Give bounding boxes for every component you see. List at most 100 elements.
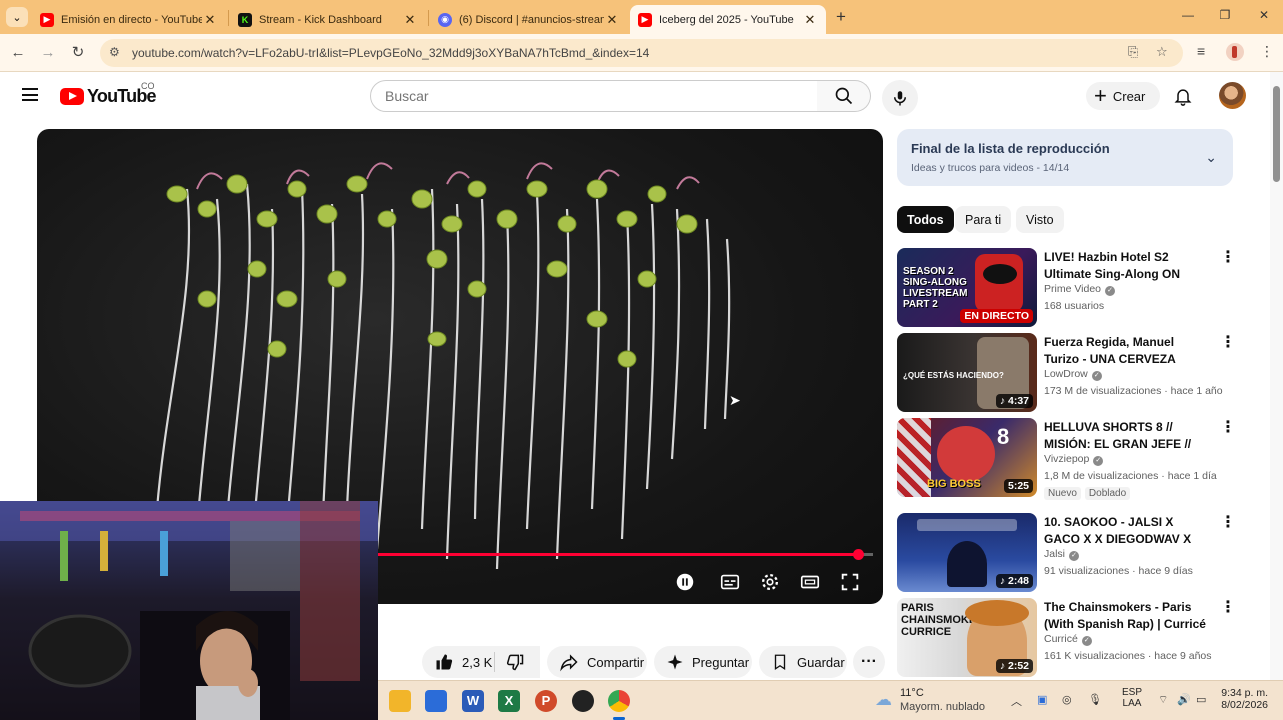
pause-button[interactable] <box>674 571 696 593</box>
tray-network-app-icon[interactable]: ◎ <box>1062 693 1072 706</box>
more-vertical-icon[interactable]: ⋮ <box>1220 515 1236 531</box>
menu-kebab-icon[interactable]: ⋮ <box>1260 43 1274 60</box>
video-thumbnail[interactable]: 8 BIG BOSS 5:25 <box>897 418 1037 497</box>
voice-search-button[interactable] <box>882 80 918 116</box>
microphone-icon[interactable]: 🎙 <box>1088 693 1102 706</box>
hamburger-menu-icon[interactable] <box>22 88 38 101</box>
browser-tab-3[interactable]: ◉ (6) Discord | #anuncios-stream ✕ <box>430 5 628 34</box>
save-button[interactable]: Guardar <box>759 646 847 678</box>
tab-close-icon[interactable]: ✕ <box>202 12 218 28</box>
language-indicator[interactable]: ESP LAA <box>1121 687 1143 709</box>
video-thumbnail[interactable]: PARIS CHAINSMOKERS CURRICE ♪ 2:52 <box>897 598 1037 677</box>
progress-fill <box>378 553 859 556</box>
notifications-bell-icon[interactable] <box>1173 85 1193 107</box>
recommendation-item[interactable]: PARIS CHAINSMOKERS CURRICE ♪ 2:52 The Ch… <box>897 598 1237 678</box>
recommendation-item[interactable]: SEASON 2 SING-ALONG LIVESTREAM PART 2 EN… <box>897 248 1237 328</box>
more-vertical-icon[interactable]: ⋮ <box>1220 335 1236 351</box>
reload-button[interactable]: ↻ <box>68 43 88 63</box>
tray-app-icon[interactable]: ▣ <box>1037 693 1047 706</box>
video-title[interactable]: HELLUVA SHORTS 8 // MISIÓN: EL GRAN JEFE… <box>1044 419 1212 453</box>
new-tab-button[interactable]: + <box>830 6 852 28</box>
battery-icon[interactable]: ▭ <box>1196 693 1206 706</box>
tab-close-icon[interactable]: ✕ <box>604 12 620 28</box>
minimize-button[interactable]: — <box>1178 8 1198 26</box>
page-scrollbar[interactable] <box>1270 72 1283 680</box>
theater-mode-button[interactable] <box>799 571 821 593</box>
chip-para-ti[interactable]: Para ti <box>955 206 1012 233</box>
more-vertical-icon[interactable]: ⋮ <box>1220 420 1236 436</box>
video-thumbnail[interactable]: ♪ 2:48 <box>897 513 1037 592</box>
channel-name[interactable]: Prime Video ✓ <box>1044 283 1116 296</box>
chevron-down-icon: ⌄ <box>12 11 22 24</box>
subtitles-button[interactable] <box>719 571 741 593</box>
chip-visto[interactable]: Visto <box>1016 206 1064 233</box>
word-icon[interactable]: W <box>462 690 484 712</box>
search-box[interactable] <box>370 80 818 112</box>
channel-name[interactable]: Jalsi ✓ <box>1044 548 1080 561</box>
obs-icon[interactable] <box>572 690 594 712</box>
more-actions-button[interactable]: ··· <box>853 646 885 678</box>
video-thumbnail[interactable]: SEASON 2 SING-ALONG LIVESTREAM PART 2 EN… <box>897 248 1037 327</box>
tab-title: (6) Discord | #anuncios-stream <box>459 13 604 26</box>
tab-title: Emisión en directo - YouTube S <box>61 13 202 26</box>
channel-name[interactable]: Curricé ✓ <box>1044 633 1092 646</box>
tray-overflow-chevron-icon[interactable]: ︿ <box>1011 693 1022 709</box>
chrome-icon[interactable] <box>608 690 630 712</box>
video-title[interactable]: LIVE! Hazbin Hotel S2 Ultimate Sing-Alon… <box>1044 249 1212 283</box>
scrollbar-thumb[interactable] <box>1273 86 1280 182</box>
tab-close-icon[interactable]: ✕ <box>402 12 418 28</box>
video-meta: 173 M de visualizaciones · hace 1 año <box>1044 385 1223 397</box>
back-button[interactable]: ← <box>8 43 28 63</box>
user-avatar[interactable] <box>1219 82 1246 109</box>
wifi-icon[interactable]: ⌔ <box>1158 693 1168 707</box>
recommendation-item[interactable]: ♪ 2:48 10. SAOKOO - JALSI X GACO X X DIE… <box>897 513 1237 593</box>
settings-button[interactable] <box>759 571 781 593</box>
powerpoint-icon[interactable]: P <box>535 690 557 712</box>
recommendation-item[interactable]: ¿QUÉ ESTÁS HACIENDO? ♪ 4:37 Fuerza Regid… <box>897 333 1237 413</box>
install-app-icon[interactable]: ⎘ <box>1128 44 1138 60</box>
more-horizontal-icon: ··· <box>861 653 877 670</box>
channel-name[interactable]: Vivziepop ✓ <box>1044 453 1104 466</box>
media-controls-icon[interactable]: ≡ <box>1197 43 1205 59</box>
excel-icon[interactable]: X <box>498 690 520 712</box>
forward-button[interactable]: → <box>38 43 58 63</box>
dislike-button[interactable] <box>495 646 540 678</box>
thumbs-down-icon <box>505 652 525 672</box>
playlist-panel[interactable]: Final de la lista de reproducción Ideas … <box>897 129 1233 186</box>
video-title[interactable]: The Chainsmokers - Paris (With Spanish R… <box>1044 599 1212 633</box>
progress-bar[interactable] <box>378 549 873 560</box>
youtube-logo-icon[interactable] <box>60 88 84 105</box>
volume-icon[interactable]: 🔊 <box>1177 693 1191 706</box>
tab-list-button[interactable]: ⌄ <box>6 7 28 27</box>
microsoft-store-icon[interactable] <box>425 690 447 712</box>
address-bar[interactable]: ⚙ youtube.com/watch?v=LFo2abU-trI&list=P… <box>100 39 1183 67</box>
create-button[interactable]: + Crear <box>1086 82 1160 110</box>
channel-name[interactable]: LowDrow ✓ <box>1044 368 1102 381</box>
bookmark-star-icon[interactable]: ☆ <box>1156 44 1168 60</box>
more-vertical-icon[interactable]: ⋮ <box>1220 600 1236 616</box>
video-title[interactable]: 10. SAOKOO - JALSI X GACO X X DIEGODWAV … <box>1044 514 1212 548</box>
browser-tab-2[interactable]: K Stream - Kick Dashboard ✕ <box>230 5 426 34</box>
theater-mode-icon <box>800 575 820 589</box>
video-thumbnail[interactable]: ¿QUÉ ESTÁS HACIENDO? ♪ 4:37 <box>897 333 1037 412</box>
clock[interactable]: 9:34 p. m. 8/02/2026 <box>1216 687 1268 711</box>
tab-close-icon[interactable]: ✕ <box>802 12 818 28</box>
fullscreen-button[interactable] <box>839 571 861 593</box>
weather-cloud-icon[interactable]: ☁ <box>875 690 892 710</box>
chip-todos[interactable]: Todos <box>897 206 954 233</box>
search-input[interactable] <box>371 81 817 111</box>
file-explorer-icon[interactable] <box>389 690 411 712</box>
browser-tab-1[interactable]: ▶ Emisión en directo - YouTube S ✕ <box>32 5 226 34</box>
share-button[interactable]: Compartir <box>547 646 647 678</box>
more-vertical-icon[interactable]: ⋮ <box>1220 250 1236 266</box>
site-info-icon[interactable]: ⚙ <box>109 45 120 59</box>
chevron-down-icon[interactable]: ⌄ <box>1205 149 1217 166</box>
close-window-button[interactable]: ✕ <box>1254 8 1274 26</box>
video-title[interactable]: Fuerza Regida, Manuel Turizo - UNA CERVE… <box>1044 334 1212 368</box>
search-button[interactable] <box>817 80 871 112</box>
restore-button[interactable]: ❐ <box>1215 8 1235 26</box>
recommendation-item[interactable]: 8 BIG BOSS 5:25 HELLUVA SHORTS 8 // MISI… <box>897 418 1237 500</box>
ask-button[interactable]: Preguntar <box>654 646 752 678</box>
browser-tab-active[interactable]: ▶ Iceberg del 2025 - YouTube ✕ <box>630 5 826 34</box>
profile-avatar[interactable] <box>1226 43 1244 61</box>
